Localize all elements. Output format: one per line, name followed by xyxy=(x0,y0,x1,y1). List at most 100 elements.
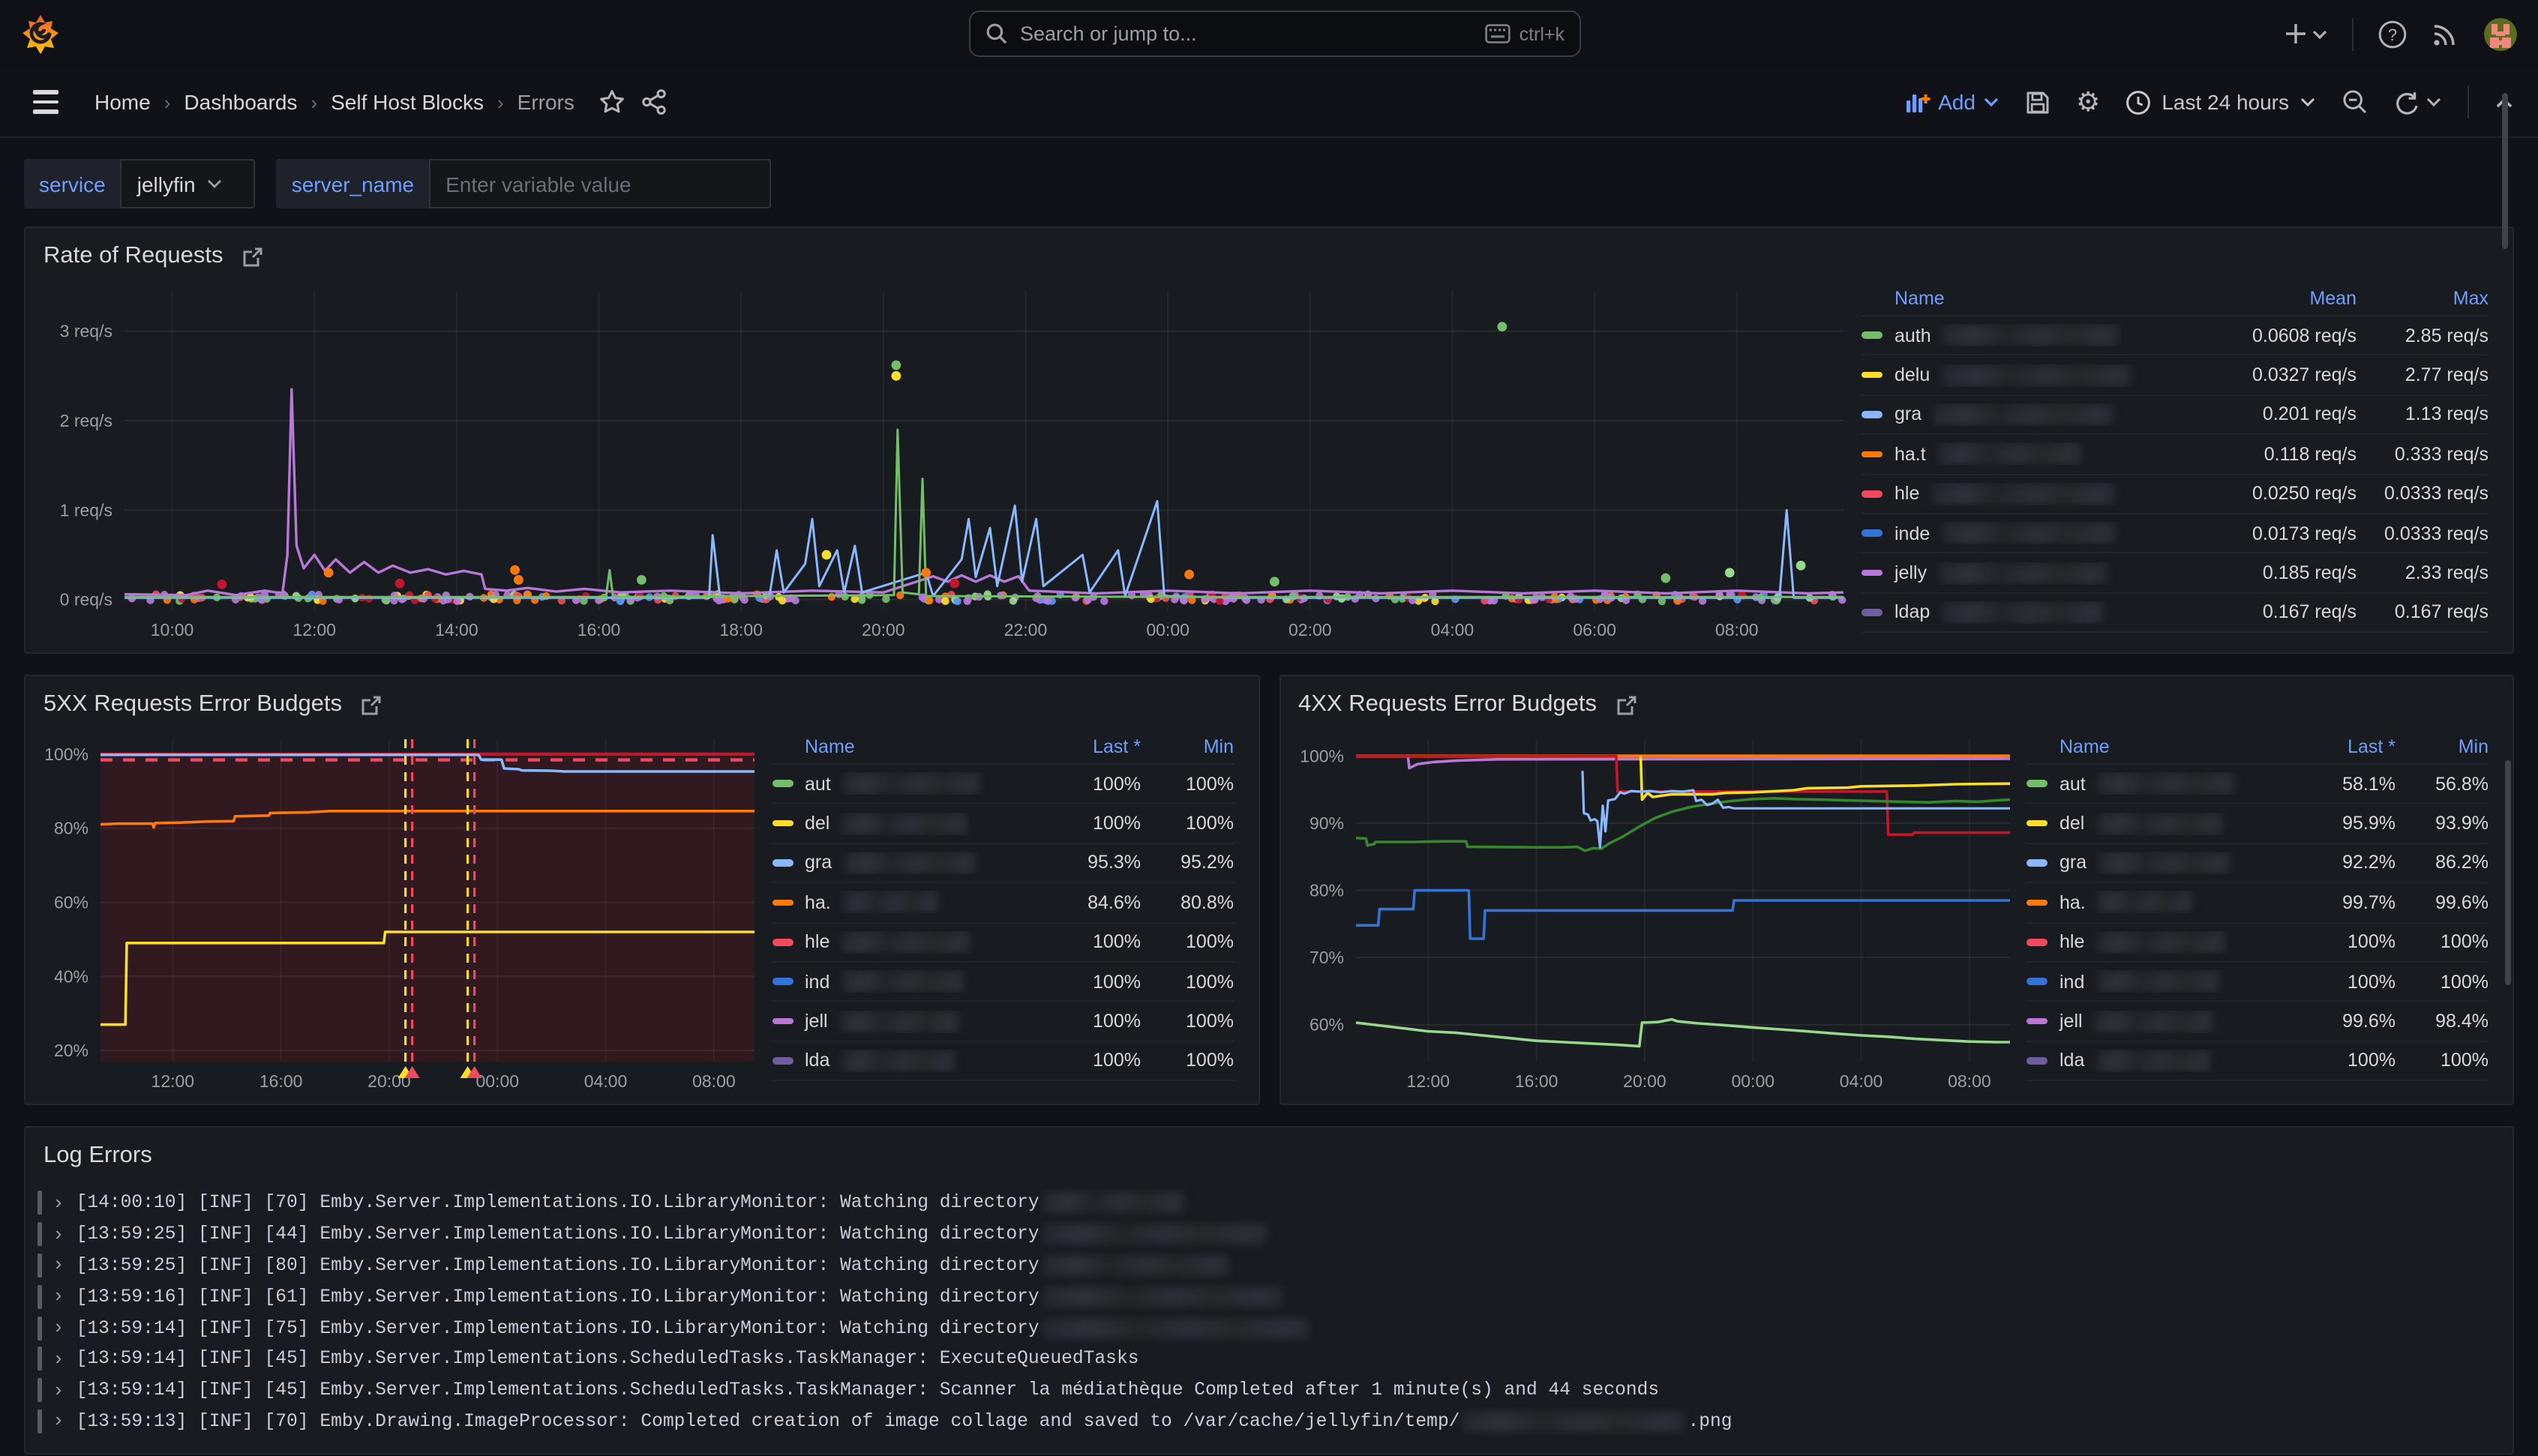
breadcrumb-folder[interactable]: Self Host Blocks xyxy=(331,90,484,114)
legend-scrollbar[interactable] xyxy=(2505,760,2511,985)
legend-row[interactable]: delu0.0327 req/s2.77 req/s xyxy=(1862,356,2488,396)
legend-row[interactable]: ldap0.167 req/s0.167 req/s xyxy=(1862,593,2488,633)
favorite-star-button[interactable] xyxy=(598,88,626,115)
service-variable-select[interactable]: jellyfin xyxy=(121,159,256,208)
expand-chevron-icon[interactable]: › xyxy=(52,1317,64,1339)
expand-chevron-icon[interactable]: › xyxy=(52,1286,64,1308)
legend-row[interactable]: gra92.2%86.2% xyxy=(2026,844,2488,884)
error-budget-4xx-svg[interactable]: 60%70%80%90%100%12:0016:0020:0000:0004:0… xyxy=(1283,727,2021,1101)
series-aut xyxy=(1355,1020,2009,1047)
legend-row[interactable]: lda100%100% xyxy=(772,1041,1234,1081)
legend-value: 0.333 req/s xyxy=(2356,444,2488,465)
legend-row[interactable]: ind100%100% xyxy=(2026,963,2488,1002)
legend-header: NameLast *Min xyxy=(772,730,1234,765)
grafana-logo-icon[interactable] xyxy=(21,13,60,55)
legend-row[interactable]: hle0.0250 req/s0.0333 req/s xyxy=(1862,475,2488,514)
legend-value: 100% xyxy=(1042,1050,1141,1071)
error-budget-5xx-svg[interactable]: 20%40%60%80%100%12:0016:0020:0000:0004:0… xyxy=(28,727,766,1101)
error-budget-5xx-chart[interactable]: 20%40%60%80%100%12:0016:0020:0000:0004:0… xyxy=(28,727,766,1101)
search-input[interactable]: Search or jump to... ctrl+k xyxy=(969,10,1581,57)
new-item-button[interactable] xyxy=(2284,22,2328,45)
redacted-series-name xyxy=(1931,483,2114,505)
breadcrumb-home[interactable]: Home xyxy=(94,90,151,114)
legend-row[interactable]: ha.99.7%99.6% xyxy=(2026,883,2488,923)
redacted-log-text xyxy=(1042,1255,1230,1276)
legend-row[interactable]: del100%100% xyxy=(772,804,1234,844)
legend-row[interactable]: ha.t0.118 req/s0.333 req/s xyxy=(1862,435,2488,475)
series-color-pill xyxy=(2026,1057,2048,1064)
redacted-series-name xyxy=(2098,891,2194,914)
legend-row[interactable]: del95.9%93.9% xyxy=(2026,804,2488,844)
legend-row[interactable]: jell100%100% xyxy=(772,1002,1234,1042)
legend-value: 58.1% xyxy=(2296,773,2396,794)
error-budget-4xx-chart[interactable]: 60%70%80%90%100%12:0016:0020:0000:0004:0… xyxy=(1283,727,2020,1101)
log-line[interactable]: ›[14:00:10] [INF] [70] Emby.Server.Imple… xyxy=(38,1188,2498,1219)
news-rss-icon[interactable] xyxy=(2432,19,2460,48)
legend-row[interactable]: hle100%100% xyxy=(2026,923,2488,963)
legend-row[interactable]: aut58.1%56.8% xyxy=(2026,765,2488,804)
expand-chevron-icon[interactable]: › xyxy=(52,1410,64,1433)
save-dashboard-button[interactable] xyxy=(2025,89,2050,115)
series-color-pill xyxy=(2026,820,2048,827)
panel-header[interactable]: 5XX Requests Error Budgets xyxy=(26,676,1258,724)
rate-of-requests-svg[interactable]: 0 req/s1 req/s2 req/s3 req/s10:0012:0014… xyxy=(28,279,1856,649)
external-link-icon[interactable] xyxy=(1615,694,1637,716)
log-line[interactable]: ›[13:59:25] [INF] [80] Emby.Server.Imple… xyxy=(38,1250,2498,1281)
rate-of-requests-chart[interactable]: 0 req/s1 req/s2 req/s3 req/s10:0012:0014… xyxy=(28,279,1856,649)
dashboard-variables: service jellyfin server_name xyxy=(24,159,2514,208)
external-link-icon[interactable] xyxy=(360,694,382,716)
zoom-out-time-button[interactable] xyxy=(2342,88,2368,115)
series-ind xyxy=(1355,891,2009,939)
x-tick-label: 12:00 xyxy=(1406,1071,1450,1091)
panel-title: 4XX Requests Error Budgets xyxy=(1298,691,1597,718)
legend-row[interactable]: hle100%100% xyxy=(772,923,1234,963)
expand-chevron-icon[interactable]: › xyxy=(52,1348,64,1371)
menu-toggle-button[interactable] xyxy=(24,82,68,122)
external-link-icon[interactable] xyxy=(242,245,264,268)
series-color-pill xyxy=(1862,609,1882,616)
legend-row[interactable]: jelly0.185 req/s2.33 req/s xyxy=(1862,554,2488,594)
panel-header[interactable]: 4XX Requests Error Budgets xyxy=(1280,676,2512,724)
legend-row[interactable]: jell99.6%98.4% xyxy=(2026,1002,2488,1042)
expand-chevron-icon[interactable]: › xyxy=(52,1223,64,1245)
expand-chevron-icon[interactable]: › xyxy=(52,1192,64,1215)
legend-scrollbar[interactable] xyxy=(2502,226,2508,249)
log-text: .png xyxy=(1688,1411,1732,1432)
series-name-prefix: lda xyxy=(2060,1050,2084,1071)
redacted-series-name xyxy=(1934,403,2114,426)
dashboard-settings-button[interactable]: ⚙ xyxy=(2076,86,2100,118)
add-panel-button[interactable]: Add xyxy=(1905,90,2000,114)
refresh-button[interactable] xyxy=(2394,89,2442,115)
panel-header[interactable]: Log Errors xyxy=(26,1128,2512,1176)
log-line[interactable]: ›[13:59:25] [INF] [44] Emby.Server.Imple… xyxy=(38,1219,2498,1251)
log-line[interactable]: ›[13:59:13] [INF] [70] Emby.Drawing.Imag… xyxy=(38,1406,2498,1437)
time-range-picker[interactable]: Last 24 hours xyxy=(2126,89,2316,115)
legend-row[interactable]: inde0.0173 req/s0.0333 req/s xyxy=(1862,514,2488,554)
redacted-series-name xyxy=(1939,562,2107,584)
legend-row[interactable]: aut100%100% xyxy=(772,765,1234,804)
log-line[interactable]: ›[13:59:14] [INF] [45] Emby.Server.Imple… xyxy=(38,1375,2498,1407)
expand-chevron-icon[interactable]: › xyxy=(52,1254,64,1277)
log-line[interactable]: ›[13:59:14] [INF] [75] Emby.Server.Imple… xyxy=(38,1312,2498,1344)
log-line[interactable]: ›[13:59:16] [INF] [61] Emby.Server.Imple… xyxy=(38,1281,2498,1313)
redacted-series-name xyxy=(844,852,976,874)
legend-row[interactable]: ha.84.6%80.8% xyxy=(772,883,1234,923)
log-line[interactable]: ›[13:59:14] [INF] [45] Emby.Server.Imple… xyxy=(38,1344,2498,1375)
legend-row[interactable]: lda100%100% xyxy=(2026,1041,2488,1081)
panel-header[interactable]: Rate of Requests xyxy=(26,228,2512,276)
help-icon[interactable]: ? xyxy=(2378,19,2408,49)
breadcrumb-dashboards[interactable]: Dashboards xyxy=(184,90,297,114)
server-name-input[interactable] xyxy=(429,159,771,208)
scatter-point xyxy=(1270,577,1280,586)
legend-row[interactable]: gra0.201 req/s1.13 req/s xyxy=(1862,396,2488,436)
redacted-series-name xyxy=(843,891,939,914)
scatter-point xyxy=(822,550,832,560)
redacted-series-name xyxy=(840,1010,960,1032)
legend-row[interactable]: gra95.3%95.2% xyxy=(772,844,1234,884)
share-button[interactable] xyxy=(640,88,668,115)
legend-row[interactable]: ind100%100% xyxy=(772,963,1234,1002)
user-avatar[interactable] xyxy=(2484,17,2517,50)
expand-chevron-icon[interactable]: › xyxy=(52,1379,64,1401)
chevron-down-icon xyxy=(2426,96,2442,108)
legend-row[interactable]: auth0.0608 req/s2.85 req/s xyxy=(1862,316,2488,356)
